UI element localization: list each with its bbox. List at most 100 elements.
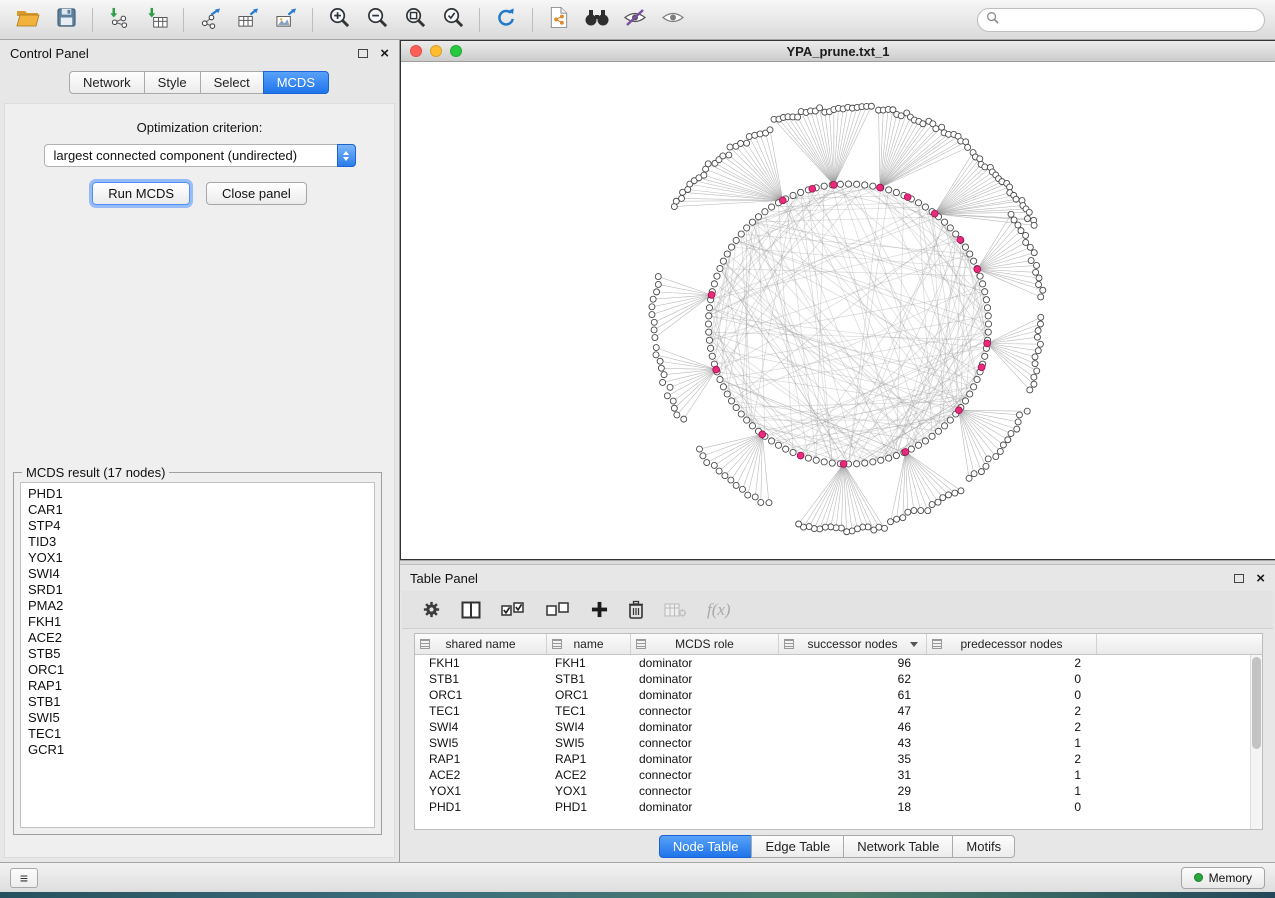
window-minimize-button[interactable] [430, 45, 442, 57]
search-input[interactable] [1005, 13, 1256, 27]
node-table-body[interactable]: FKH1FKH1dominator962STB1STB1dominator620… [415, 655, 1250, 829]
import-table-button[interactable] [139, 5, 175, 35]
column-type-icon [932, 639, 942, 649]
mcds-result-item[interactable]: STP4 [28, 518, 367, 534]
column-header-shared-name[interactable]: shared name [415, 634, 547, 654]
zoom-out-button[interactable] [359, 5, 395, 35]
mcds-result-item[interactable]: ORC1 [28, 662, 367, 678]
optimization-criterion-label: Optimization criterion: [5, 120, 394, 135]
node-table: shared name name MCDS role successor nod… [414, 633, 1263, 830]
tab-edge-table[interactable]: Edge Table [751, 835, 844, 858]
table-row[interactable]: PHD1PHD1dominator180 [415, 799, 1250, 815]
table-cell: connector [631, 736, 779, 750]
mcds-result-item[interactable]: SWI5 [28, 710, 367, 726]
tab-style[interactable]: Style [144, 71, 201, 94]
memory-button[interactable]: Memory [1181, 867, 1265, 889]
add-column-icon[interactable] [591, 601, 608, 618]
export-network-button[interactable] [192, 5, 228, 35]
column-type-icon [552, 639, 562, 649]
share-document-button[interactable] [541, 5, 577, 35]
float-panel-icon[interactable] [1234, 574, 1244, 583]
tab-node-table[interactable]: Node Table [659, 835, 753, 858]
network-window-titlebar[interactable]: YPA_prune.txt_1 [401, 41, 1275, 62]
mcds-result-item[interactable]: RAP1 [28, 678, 367, 694]
refresh-button[interactable] [488, 5, 524, 35]
table-row[interactable]: ORC1ORC1dominator610 [415, 687, 1250, 703]
delete-column-trash-icon[interactable] [628, 600, 644, 620]
import-table-icon [145, 6, 170, 34]
mcds-result-list[interactable]: PHD1CAR1STP4TID3YOX1SWI4SRD1PMA2FKH1ACE2… [20, 482, 375, 828]
column-header-successor-nodes[interactable]: successor nodes [779, 634, 927, 654]
table-cell: STB1 [415, 672, 547, 686]
task-history-button[interactable]: ≡ [10, 868, 38, 888]
close-panel-button[interactable]: Close panel [206, 182, 307, 205]
table-row[interactable]: STB1STB1dominator620 [415, 671, 1250, 687]
table-cell: SWI5 [547, 736, 631, 750]
zoom-selected-button[interactable] [435, 5, 471, 35]
table-scrollbar-thumb[interactable] [1252, 657, 1261, 749]
table-row[interactable]: FKH1FKH1dominator962 [415, 655, 1250, 671]
network-view-window: YPA_prune.txt_1 [400, 40, 1275, 560]
tab-mcds[interactable]: MCDS [263, 71, 329, 94]
table-row[interactable]: SWI4SWI4dominator462 [415, 719, 1250, 735]
show-all-button[interactable] [655, 5, 691, 35]
mcds-result-item[interactable]: ACE2 [28, 630, 367, 646]
network-canvas[interactable] [401, 62, 1275, 559]
deselect-all-icon[interactable] [546, 601, 571, 618]
function-builder-icon: f(x) [707, 600, 731, 620]
mcds-result-item[interactable]: TEC1 [28, 726, 367, 742]
mcds-result-item[interactable]: STB5 [28, 646, 367, 662]
mcds-result-item[interactable]: FKH1 [28, 614, 367, 630]
mcds-result-item[interactable]: SRD1 [28, 582, 367, 598]
tab-network-table[interactable]: Network Table [843, 835, 953, 858]
search-network-button[interactable] [579, 5, 615, 35]
tab-select[interactable]: Select [200, 71, 264, 94]
table-row[interactable]: RAP1RAP1dominator352 [415, 751, 1250, 767]
column-header-name[interactable]: name [547, 634, 631, 654]
save-session-button[interactable] [48, 5, 84, 35]
show-columns-icon[interactable] [461, 601, 481, 619]
criterion-dropdown[interactable]: largest connected component (undirected) [44, 144, 356, 167]
export-table-icon [236, 6, 261, 34]
hide-selected-button[interactable] [617, 5, 653, 35]
window-zoom-button[interactable] [450, 45, 462, 57]
tab-network[interactable]: Network [69, 71, 145, 94]
mcds-result-item[interactable]: CAR1 [28, 502, 367, 518]
zoom-in-button[interactable] [321, 5, 357, 35]
table-row[interactable]: TEC1TEC1connector472 [415, 703, 1250, 719]
mcds-result-item[interactable]: SWI4 [28, 566, 367, 582]
table-row[interactable]: ACE2ACE2connector311 [415, 767, 1250, 783]
table-cell: dominator [631, 672, 779, 686]
table-cell: 96 [779, 656, 927, 670]
mcds-result-item[interactable]: PMA2 [28, 598, 367, 614]
import-network-button[interactable] [101, 5, 137, 35]
mcds-result-item[interactable]: PHD1 [28, 486, 367, 502]
table-scrollbar[interactable] [1250, 655, 1262, 829]
table-cell: 0 [927, 688, 1097, 702]
float-panel-icon[interactable] [358, 49, 368, 58]
zoom-fit-button[interactable] [397, 5, 433, 35]
export-image-button[interactable] [268, 5, 304, 35]
global-search-field[interactable] [977, 8, 1265, 32]
mcds-result-item[interactable]: GCR1 [28, 742, 367, 758]
table-panel-tabs: Node Table Edge Table Network Table Moti… [400, 830, 1275, 862]
column-header-predecessor-nodes[interactable]: predecessor nodes [927, 634, 1097, 654]
mcds-result-item[interactable]: TID3 [28, 534, 367, 550]
close-panel-icon[interactable]: × [380, 46, 389, 61]
table-row[interactable]: YOX1YOX1connector291 [415, 783, 1250, 799]
table-cell: 0 [927, 672, 1097, 686]
table-settings-gear-icon[interactable] [422, 600, 441, 619]
column-header-mcds-role[interactable]: MCDS role [631, 634, 779, 654]
mcds-result-item[interactable]: YOX1 [28, 550, 367, 566]
tab-motifs[interactable]: Motifs [952, 835, 1015, 858]
select-all-icon[interactable] [501, 601, 526, 618]
mcds-result-item[interactable]: STB1 [28, 694, 367, 710]
table-row[interactable]: SWI5SWI5connector431 [415, 735, 1250, 751]
eye-icon [661, 8, 685, 32]
export-table-button[interactable] [230, 5, 266, 35]
table-cell: 29 [779, 784, 927, 798]
run-mcds-button[interactable]: Run MCDS [92, 182, 190, 205]
open-session-button[interactable] [10, 5, 46, 35]
window-close-button[interactable] [410, 45, 422, 57]
close-panel-icon[interactable]: × [1256, 571, 1265, 586]
